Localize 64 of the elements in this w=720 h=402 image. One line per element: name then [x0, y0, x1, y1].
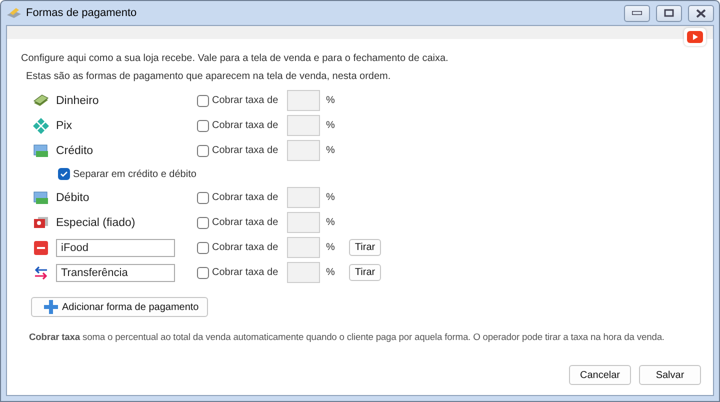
name-field[interactable]: iFood — [56, 238, 175, 256]
maximize-icon — [664, 9, 674, 17]
percent-sign: % — [326, 242, 335, 253]
method-name: Especial (fiado) — [56, 216, 136, 228]
intro-text: Configure aqui como a sua loja recebe. Vale para a tela de venda e para o fechamento de caixa. — [21, 53, 450, 64]
plus-icon — [44, 300, 58, 314]
percent-field[interactable] — [287, 262, 320, 283]
cards-icon — [33, 214, 49, 230]
check-icon — [60, 170, 68, 178]
name-field[interactable]: Transferência — [56, 264, 175, 282]
fee-checkbox[interactable] — [197, 216, 209, 228]
percent-sign: % — [326, 145, 335, 156]
fee-checkbox[interactable] — [197, 120, 209, 132]
percent-field[interactable] — [287, 212, 320, 233]
fee-label: Cobrar taxa de — [212, 217, 278, 228]
fee-checkbox[interactable] — [197, 242, 209, 254]
remove-button[interactable]: Tirar — [348, 264, 382, 281]
percent-field[interactable] — [287, 90, 320, 111]
percent-sign: % — [326, 267, 335, 278]
fee-checkbox[interactable] — [197, 144, 209, 156]
percent-sign: % — [326, 217, 335, 228]
method-name: Pix — [56, 120, 72, 132]
fee-label: Cobrar taxa de — [212, 192, 278, 203]
close-button[interactable] — [688, 4, 714, 22]
remove-button[interactable]: Tirar — [348, 239, 382, 256]
save-button[interactable]: Salvar — [639, 365, 701, 385]
fee-label: Cobrar taxa de — [212, 145, 278, 156]
percent-field[interactable] — [287, 187, 320, 208]
percent-sign: % — [326, 120, 335, 131]
percent-sign: % — [326, 192, 335, 203]
minimize-button[interactable] — [624, 4, 650, 22]
fee-label: Cobrar taxa de — [212, 267, 278, 278]
subtitle-text: Estas são as formas de pagamento que aparecem na tela de venda, nesta ordem. — [26, 71, 392, 82]
diamond-icon — [33, 118, 49, 134]
percent-sign: % — [326, 95, 335, 106]
method-name: Dinheiro — [56, 94, 99, 106]
percent-field[interactable] — [287, 115, 320, 136]
window-title: Formas de pagamento — [26, 7, 138, 19]
fee-checkbox[interactable] — [197, 266, 209, 278]
fee-label: Cobrar taxa de — [212, 120, 278, 131]
app-icon — [6, 6, 22, 20]
option-label: Separar em crédito e débito — [73, 168, 196, 180]
transfer-icon — [33, 264, 49, 280]
minimize-icon — [632, 11, 642, 15]
card-icon — [33, 190, 49, 206]
video-button[interactable] — [684, 28, 706, 46]
fee-label: Cobrar taxa de — [212, 242, 278, 253]
play-icon — [687, 31, 703, 43]
percent-field[interactable] — [287, 237, 320, 258]
split-checkbox[interactable] — [58, 168, 70, 180]
fee-label: Cobrar taxa de — [212, 95, 278, 106]
fee-note: Cobrar taxa soma o percentual ao total da venda automaticamente quando o cliente paga por aquela forma. O operador pode tirar a taxa na hora da venda. — [29, 331, 666, 342]
method-name: Débito — [56, 192, 90, 204]
percent-field[interactable] — [287, 140, 320, 161]
fee-checkbox[interactable] — [197, 192, 209, 204]
delivery-app-icon — [33, 240, 49, 256]
cash-icon — [33, 92, 49, 108]
cancel-button[interactable]: Cancelar — [569, 365, 631, 385]
add-payment-button[interactable]: Adicionar forma de pagamento — [31, 297, 208, 317]
fee-checkbox[interactable] — [197, 94, 209, 106]
card-icon — [33, 142, 49, 158]
close-icon — [696, 8, 706, 18]
maximize-button[interactable] — [656, 4, 682, 22]
method-name: Crédito — [56, 144, 94, 156]
